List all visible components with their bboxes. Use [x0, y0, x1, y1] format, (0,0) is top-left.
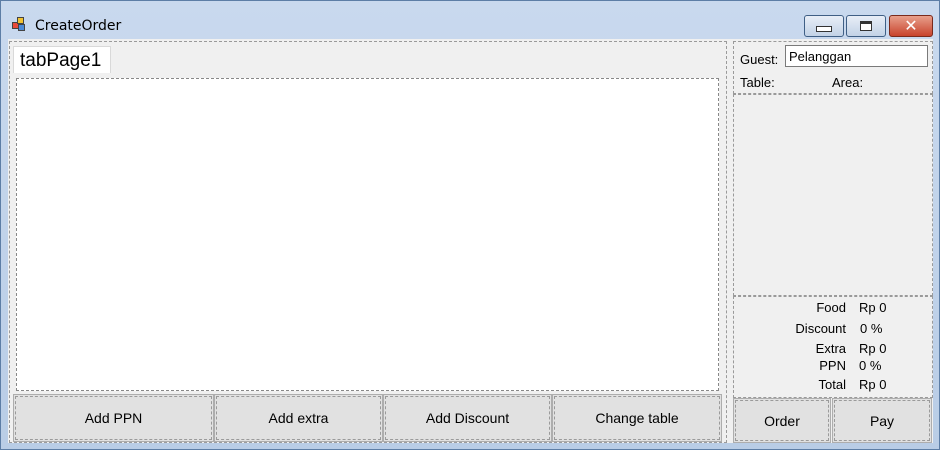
change-table-button[interactable]: Change table — [552, 394, 722, 442]
order-items-panel — [733, 94, 933, 296]
discount-value: 0 % — [860, 321, 883, 336]
maximize-button[interactable] — [846, 15, 886, 37]
food-label: Food — [816, 300, 846, 315]
add-extra-label: Add extra — [268, 410, 329, 426]
extra-label: Extra — [815, 341, 846, 356]
discount-label: Discount — [795, 321, 846, 336]
add-discount-label: Add Discount — [425, 410, 510, 426]
close-icon: ✕ — [904, 16, 918, 35]
order-label: Order — [764, 412, 800, 429]
ppn-value: 0 % — [859, 358, 882, 373]
ppn-label: PPN — [819, 358, 846, 373]
minimize-button[interactable] — [804, 15, 844, 37]
pay-label: Pay — [869, 412, 895, 429]
extra-value: Rp 0 — [859, 341, 887, 356]
area-label: Area: — [832, 75, 864, 90]
table-label: Table: — [740, 75, 775, 90]
tab-label: tabPage1 — [20, 50, 102, 71]
order-button[interactable]: Order — [733, 398, 831, 443]
pay-button[interactable]: Pay — [832, 398, 932, 443]
window-title: CreateOrder — [35, 18, 122, 34]
minimize-icon — [816, 26, 832, 32]
total-label: Total — [818, 377, 846, 392]
add-discount-button[interactable]: Add Discount — [383, 394, 552, 442]
food-value: Rp 0 — [859, 300, 887, 315]
maximize-icon — [860, 21, 872, 31]
add-ppn-button[interactable]: Add PPN — [13, 394, 214, 442]
add-ppn-label: Add PPN — [84, 410, 143, 426]
guest-input[interactable] — [785, 45, 928, 67]
guest-label: Guest: — [740, 52, 779, 67]
change-table-label: Change table — [595, 410, 679, 426]
title-bar[interactable]: CreateOrder ✕ — [1, 1, 939, 39]
tab-content[interactable] — [16, 78, 719, 391]
add-extra-button[interactable]: Add extra — [214, 394, 383, 442]
app-icon — [12, 17, 28, 33]
close-button[interactable]: ✕ — [889, 15, 933, 37]
total-value: Rp 0 — [859, 377, 887, 392]
tab-page1[interactable]: tabPage1 — [13, 46, 111, 73]
